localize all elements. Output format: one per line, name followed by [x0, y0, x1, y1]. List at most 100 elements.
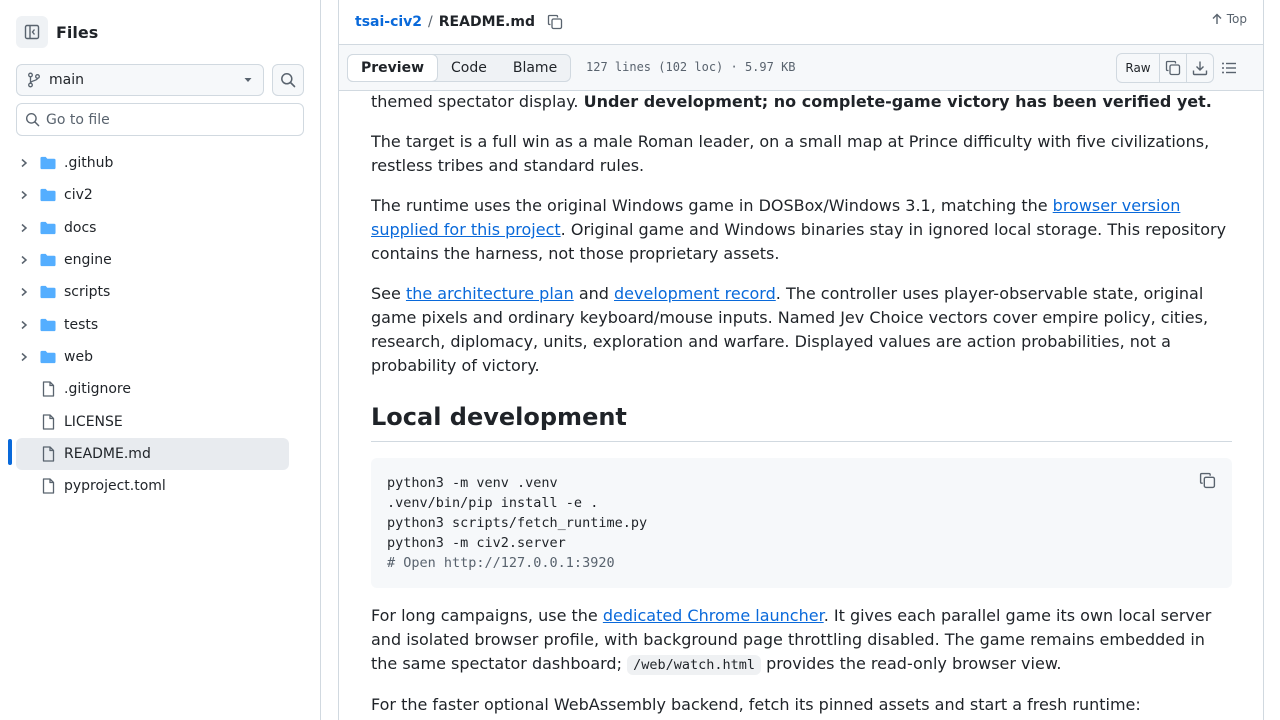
file-meta: 127 lines (102 loc) · 5.97 KB	[586, 60, 796, 74]
paragraph-text: and	[573, 284, 615, 303]
readme-paragraph: See the architecture plan and developmen…	[371, 282, 1232, 378]
copy-icon	[1165, 60, 1181, 76]
download-button[interactable]	[1186, 54, 1213, 82]
collapse-sidebar-button[interactable]	[16, 16, 48, 48]
sidebar-header: Files	[16, 16, 98, 48]
git-branch-icon	[28, 72, 40, 88]
tree-item-label: LICENSE	[64, 413, 123, 430]
status-note: Under development; no complete-game vict…	[583, 92, 1212, 111]
file-icon	[42, 413, 54, 430]
code-line: python3 scripts/fetch_runtime.py	[387, 515, 648, 531]
paragraph-text: The runtime uses the original Windows ga…	[371, 196, 1053, 215]
paragraph-text: themed spectator display.	[371, 92, 584, 111]
chevron-right-icon	[21, 320, 28, 329]
readme-paragraph: For long campaigns, use the dedicated Ch…	[371, 604, 1232, 677]
breadcrumb-file-name: README.md	[438, 14, 535, 30]
breadcrumb: tsai-civ2 / README.md Top	[339, 0, 1263, 44]
sidebar-collapse-icon	[24, 24, 40, 40]
readme-content: themed spectator display. Under developm…	[371, 91, 1232, 720]
copy-code-button[interactable]	[1199, 472, 1216, 495]
tree-item-label: scripts	[64, 284, 111, 301]
copy-raw-button[interactable]	[1159, 54, 1186, 82]
copy-path-button[interactable]	[547, 14, 563, 30]
tree-item-civ2[interactable]: civ2	[16, 179, 289, 211]
back-to-top-button[interactable]: Top	[1211, 12, 1247, 26]
folder-icon	[40, 286, 56, 299]
code-line: python3 -m venv .venv	[387, 475, 558, 491]
search-files-button[interactable]	[272, 64, 304, 96]
tree-item-gitignore[interactable]: .gitignore	[16, 373, 289, 405]
tree-item-pyproject[interactable]: pyproject.toml	[16, 470, 289, 502]
branch-name: main	[49, 72, 84, 88]
section-heading: Local development	[371, 402, 1232, 442]
folder-icon	[40, 253, 56, 267]
file-actions: Raw	[1116, 53, 1214, 83]
tree-item-engine[interactable]: engine	[16, 244, 289, 276]
file-toolbar: Preview Code Blame 127 lines (102 loc) ·…	[339, 44, 1263, 91]
file-tree: .github civ2 docs engine scripts tests w…	[16, 147, 289, 502]
sidebar-title: Files	[56, 22, 99, 42]
search-icon	[25, 112, 40, 127]
tree-item-label: .github	[64, 155, 114, 172]
branch-selector[interactable]: main	[16, 64, 264, 96]
copy-icon	[547, 14, 563, 30]
chevron-right-icon	[21, 159, 28, 168]
active-file-indicator	[8, 439, 12, 465]
tab-preview[interactable]: Preview	[347, 54, 439, 82]
file-icon	[42, 381, 54, 397]
go-to-file-input[interactable]	[46, 111, 286, 128]
tree-item-label: tests	[64, 316, 99, 333]
go-to-file-field[interactable]	[16, 103, 304, 136]
inline-code: /web/watch.html	[627, 655, 761, 675]
tab-code[interactable]: Code	[438, 55, 500, 81]
folder-icon	[40, 221, 56, 234]
file-view: tsai-civ2 / README.md Top Preview Code B…	[338, 0, 1264, 720]
breadcrumb-separator: /	[428, 14, 433, 30]
tab-blame[interactable]: Blame	[500, 55, 570, 81]
tree-item-label: web	[64, 348, 93, 365]
code-comment: # Open http://127.0.0.1:3920	[387, 555, 615, 571]
code-block: python3 -m venv .venv .venv/bin/pip inst…	[371, 458, 1232, 588]
raw-button[interactable]: Raw	[1117, 54, 1159, 82]
readme-paragraph: For the faster optional WebAssembly back…	[371, 695, 1141, 714]
search-icon	[281, 73, 296, 88]
chevron-right-icon	[21, 352, 28, 361]
tree-item-label: pyproject.toml	[64, 478, 166, 495]
tree-item-readme[interactable]: README.md	[16, 437, 289, 470]
paragraph-text: provides the read-only browser view.	[760, 654, 1062, 673]
tree-item-github[interactable]: .github	[16, 147, 289, 179]
readme-paragraph: The target is a full win as a male Roman…	[371, 132, 1210, 175]
development-record-link[interactable]: development record	[614, 284, 776, 303]
chevron-right-icon	[21, 255, 28, 265]
tree-item-license[interactable]: LICENSE	[16, 405, 289, 437]
chevron-right-icon	[21, 288, 28, 297]
tree-item-tests[interactable]: tests	[16, 308, 289, 340]
view-mode-tabs: Preview Code Blame	[347, 54, 572, 82]
paragraph-text: See	[371, 284, 406, 303]
tree-item-scripts[interactable]: scripts	[16, 276, 289, 308]
tree-item-web[interactable]: web	[16, 341, 289, 373]
folder-icon	[40, 350, 56, 364]
folder-icon	[40, 157, 56, 170]
breadcrumb-repo-link[interactable]: tsai-civ2	[355, 14, 422, 30]
code-line: .venv/bin/pip install -e .	[387, 495, 599, 511]
copy-icon	[1199, 472, 1216, 489]
list-outline-icon	[1222, 62, 1236, 74]
outline-button[interactable]	[1221, 60, 1237, 80]
folder-icon	[40, 189, 56, 202]
chevron-right-icon	[21, 223, 28, 232]
tree-item-label: civ2	[64, 187, 93, 204]
chrome-launcher-link[interactable]: dedicated Chrome launcher	[603, 606, 824, 625]
chevron-right-icon	[21, 191, 28, 200]
readme-paragraph: The runtime uses the original Windows ga…	[371, 194, 1232, 266]
tree-item-label: engine	[64, 252, 112, 269]
arrow-up-icon	[1212, 13, 1222, 24]
back-to-top-label: Top	[1226, 12, 1247, 26]
file-icon	[42, 446, 54, 462]
architecture-plan-link[interactable]: the architecture plan	[406, 284, 574, 303]
download-icon	[1192, 61, 1208, 76]
readme-paragraph: themed spectator display. Under developm…	[371, 91, 1232, 114]
file-tree-sidebar: Files main .github civ2 docs	[0, 0, 321, 720]
tree-item-label: .gitignore	[64, 381, 131, 398]
tree-item-docs[interactable]: docs	[16, 212, 289, 244]
